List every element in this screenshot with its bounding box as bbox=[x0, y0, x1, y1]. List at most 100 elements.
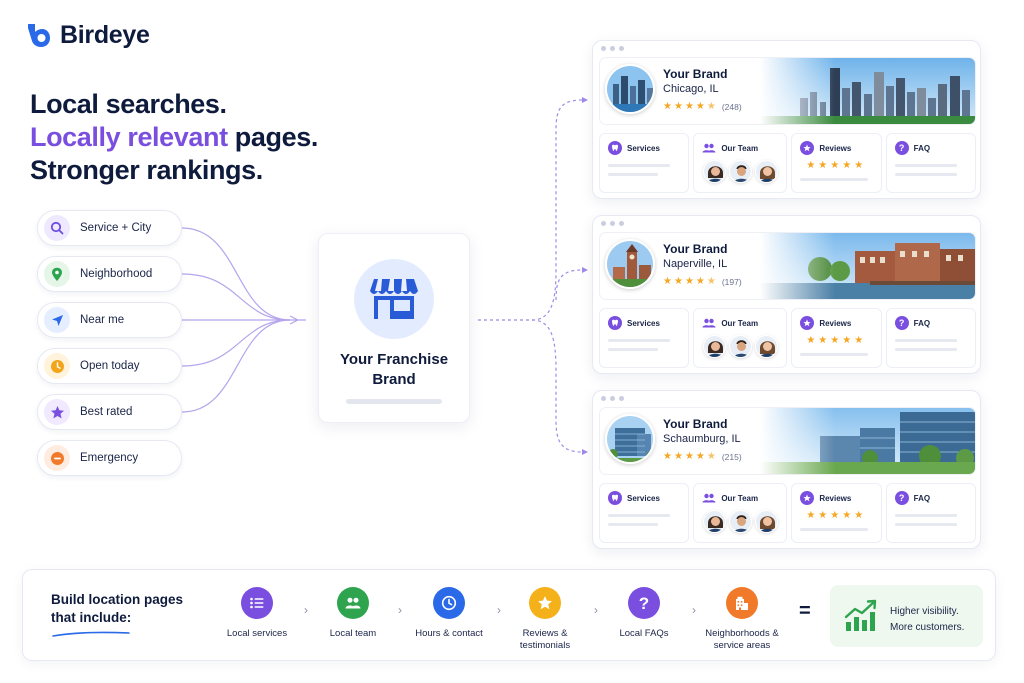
question-icon: ? bbox=[894, 491, 909, 505]
star-icon: ★ bbox=[695, 276, 705, 287]
search-pill-label: Service + City bbox=[80, 222, 152, 234]
star-icon: ★ bbox=[673, 101, 683, 112]
tile-services[interactable]: Services bbox=[599, 133, 690, 193]
location-brand: Your Brand bbox=[663, 417, 728, 431]
tile-label: FAQ bbox=[913, 318, 931, 328]
tile-reviews[interactable]: Reviews ★ ★ ★ ★ ★ bbox=[791, 308, 882, 368]
tile-faq[interactable]: ? FAQ bbox=[885, 483, 976, 543]
schaumburg-office-image bbox=[760, 408, 975, 474]
tile-services[interactable]: Services bbox=[599, 308, 690, 368]
location-rating: ★ ★ ★ ★ ★ (215) bbox=[663, 451, 742, 463]
review-count: (197) bbox=[721, 277, 742, 287]
result-line-2: More customers. bbox=[890, 622, 965, 633]
question-icon: ? bbox=[894, 316, 909, 330]
star-icon: ★ bbox=[695, 451, 705, 462]
avatar bbox=[703, 160, 727, 183]
location-card-naperville[interactable]: Your Brand Naperville, IL ★ ★ ★ ★ ★ (197) Se… bbox=[592, 215, 981, 374]
result-box: Higher visibility. More customers. bbox=[830, 585, 983, 647]
location-city: Chicago, IL bbox=[663, 83, 719, 95]
search-pill-near-me[interactable]: Near me bbox=[37, 302, 182, 338]
search-pill-label: Near me bbox=[80, 314, 125, 326]
star-icon bbox=[529, 587, 561, 619]
location-tiles: Services Our Team Reviews ★ ★ ★ ★ ★ ? FAQ bbox=[599, 308, 976, 368]
location-card-schaumburg[interactable]: Your Brand Schaumburg, IL ★ ★ ★ ★ ★ (215) Se… bbox=[592, 390, 981, 549]
tile-our-team[interactable]: Our Team bbox=[693, 308, 788, 368]
review-stars: ★ ★ ★ ★ ★ bbox=[806, 335, 864, 346]
search-pill-label: Emergency bbox=[80, 452, 139, 464]
location-rating: ★ ★ ★ ★ ★ (248) bbox=[663, 101, 742, 113]
location-tiles: Services Our Team Reviews ★ ★ ★ ★ ★ ? FAQ bbox=[599, 483, 976, 543]
alert-icon bbox=[44, 445, 70, 471]
tile-faq[interactable]: ? FAQ bbox=[885, 133, 976, 193]
half-star-icon: ★ bbox=[706, 101, 716, 112]
feature-hours-contact[interactable]: Hours & contact bbox=[404, 587, 494, 640]
location-card-chicago[interactable]: Your Brand Chicago, IL ★ ★ ★ ★ ★ (248) S… bbox=[592, 40, 981, 199]
arrowhead-schaumburg bbox=[582, 449, 588, 455]
star-icon bbox=[44, 399, 70, 425]
growth-chart-icon bbox=[844, 599, 877, 631]
search-pill-neighborhood[interactable]: Neighborhood bbox=[37, 256, 182, 292]
team-faces bbox=[703, 160, 779, 183]
connector-neighborhood bbox=[181, 273, 291, 321]
star-badge-icon bbox=[800, 316, 815, 330]
headline-accent: Locally relevant bbox=[30, 122, 228, 152]
connector-open-today bbox=[181, 319, 291, 367]
feature-local-team[interactable]: Local team bbox=[308, 587, 398, 640]
avatar bbox=[703, 510, 727, 533]
tile-label: Services bbox=[627, 143, 660, 153]
headline-line-2: Locally relevant pages. bbox=[30, 121, 318, 154]
location-header: Your Brand Schaumburg, IL ★ ★ ★ ★ ★ (215) bbox=[599, 407, 976, 475]
feature-reviews-testimonials[interactable]: Reviews & testimonials bbox=[500, 587, 590, 652]
search-pill-best-rated[interactable]: Best rated bbox=[37, 394, 182, 430]
feature-neighborhoods[interactable]: Neighborhoods & service areas bbox=[697, 587, 787, 652]
question-icon: ? bbox=[628, 587, 660, 619]
tile-our-team[interactable]: Our Team bbox=[693, 133, 788, 193]
team-icon bbox=[337, 587, 369, 619]
star-icon: ★ bbox=[684, 276, 694, 287]
search-pill-service-city[interactable]: Service + City bbox=[37, 210, 182, 246]
star-icon: ★ bbox=[663, 101, 672, 112]
headline: Local searches. Locally relevant pages. … bbox=[30, 88, 318, 187]
location-brand: Your Brand bbox=[663, 67, 728, 81]
tile-reviews[interactable]: Reviews ★ ★ ★ ★ ★ bbox=[791, 133, 882, 193]
connector-to-naperville bbox=[555, 269, 583, 301]
location-tiles: Services Our Team Reviews ★ ★ ★ ★ ★ ? FAQ bbox=[599, 133, 976, 193]
storefront-icon bbox=[354, 259, 434, 339]
location-city: Schaumburg, IL bbox=[663, 433, 741, 445]
location-thumbnail bbox=[605, 414, 655, 464]
search-pill-open-today[interactable]: Open today bbox=[37, 348, 182, 384]
avatar bbox=[703, 335, 727, 358]
chevron-right-icon: › bbox=[398, 603, 402, 617]
tile-services[interactable]: Services bbox=[599, 483, 690, 543]
review-count: (248) bbox=[721, 102, 742, 112]
search-icon bbox=[44, 215, 70, 241]
search-pill-emergency[interactable]: Emergency bbox=[37, 440, 182, 476]
tooth-icon bbox=[608, 141, 622, 155]
feature-local-faqs[interactable]: ? Local FAQs bbox=[599, 587, 689, 640]
birdeye-logo[interactable]: Birdeye bbox=[22, 20, 150, 50]
location-brand: Your Brand bbox=[663, 242, 728, 256]
avatar bbox=[729, 335, 753, 358]
arrowhead-chicago bbox=[582, 97, 588, 103]
list-icon bbox=[241, 587, 273, 619]
tile-label: Our Team bbox=[721, 318, 759, 328]
tile-our-team[interactable]: Our Team bbox=[693, 483, 788, 543]
clock-icon bbox=[44, 353, 70, 379]
star-icon: ★ bbox=[673, 451, 683, 462]
tile-label: Our Team bbox=[721, 143, 759, 153]
location-thumbnail bbox=[605, 64, 655, 114]
feature-label: Local FAQs bbox=[619, 628, 669, 639]
tile-reviews[interactable]: Reviews ★ ★ ★ ★ ★ bbox=[791, 483, 882, 543]
features-title: Build location pages that include: bbox=[51, 592, 184, 625]
search-pill-label: Open today bbox=[80, 360, 140, 372]
map-pin-icon bbox=[44, 261, 70, 287]
tile-faq[interactable]: ? FAQ bbox=[885, 308, 976, 368]
connector-arrowhead bbox=[289, 315, 306, 325]
building-icon bbox=[726, 587, 758, 619]
tile-label: FAQ bbox=[913, 143, 931, 153]
feature-local-services[interactable]: Local services bbox=[212, 587, 302, 640]
star-badge-icon bbox=[800, 141, 815, 155]
chevron-right-icon: › bbox=[594, 603, 598, 617]
tooth-icon bbox=[608, 316, 622, 330]
franchise-brand-card[interactable]: Your Franchise Brand bbox=[318, 233, 470, 423]
